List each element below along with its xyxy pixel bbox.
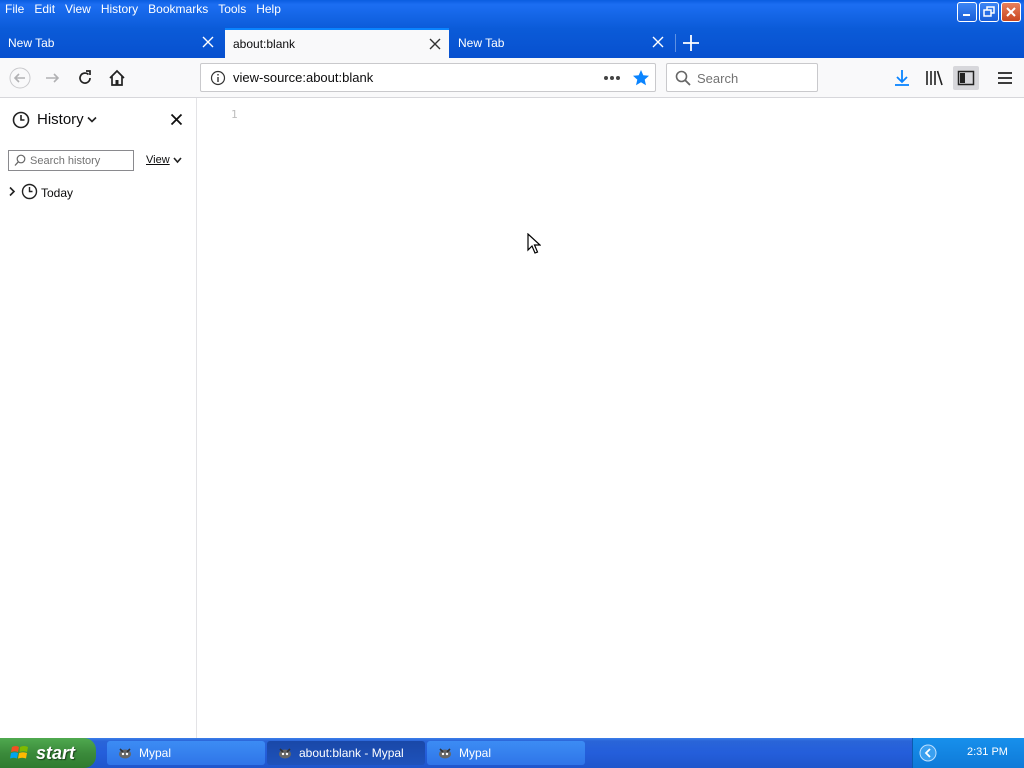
close-icon[interactable] [429, 38, 441, 50]
home-button[interactable] [105, 66, 129, 90]
line-number: 1 [231, 108, 238, 121]
download-arrow-icon [895, 70, 909, 86]
menu-history[interactable]: History [96, 0, 143, 18]
tab-label: about:blank [233, 37, 296, 51]
menu-edit[interactable]: Edit [29, 0, 60, 18]
search-history-input[interactable]: Search history [8, 150, 134, 171]
bookmark-star-icon[interactable] [632, 69, 650, 87]
tab-new-tab-2[interactable]: New Tab [450, 28, 672, 58]
tab-about-blank[interactable]: about:blank [225, 28, 449, 58]
tab-new-tab-1[interactable]: New Tab [0, 28, 222, 58]
title-bar: File Edit View History Bookmarks Tools H… [0, 0, 1024, 58]
mypal-app-icon [279, 748, 291, 759]
taskbar-button-about-blank[interactable]: about:blank - Mypal [267, 741, 425, 765]
clock-icon [21, 183, 38, 200]
tab-strip: New Tab about:blank New Tab [0, 28, 1024, 58]
menu-button[interactable] [993, 66, 1017, 90]
navigation-toolbar: view-source:about:blank Search [0, 58, 1024, 98]
back-arrow-icon [9, 67, 31, 89]
start-button[interactable]: start [0, 738, 96, 768]
page-actions-icon[interactable] [603, 75, 621, 81]
mypal-app-icon [439, 748, 451, 759]
history-item-today[interactable]: Today [6, 183, 186, 201]
chevron-down-icon [173, 157, 182, 163]
forward-arrow-icon [46, 73, 60, 83]
search-bar[interactable]: Search [666, 63, 818, 92]
forward-button[interactable] [41, 66, 65, 90]
menu-help[interactable]: Help [251, 0, 286, 18]
show-hidden-icons-icon[interactable] [919, 744, 937, 762]
search-placeholder: Search [697, 71, 739, 86]
search-history-placeholder: Search history [30, 155, 101, 167]
sidebar-toggle-button[interactable] [953, 66, 979, 90]
info-icon[interactable] [210, 70, 226, 86]
taskbar: start Mypal about:blank - Mypal Mypal 2:… [0, 738, 1024, 768]
search-icon [675, 70, 691, 86]
page-content[interactable]: 1 [197, 98, 1024, 738]
minimize-icon [963, 14, 970, 16]
reload-icon [79, 70, 91, 84]
menu-bookmarks[interactable]: Bookmarks [143, 0, 213, 18]
view-button[interactable]: View [146, 154, 182, 166]
minimize-button[interactable] [957, 2, 977, 22]
url-bar[interactable]: view-source:about:blank [200, 63, 656, 92]
chevron-right-icon[interactable] [8, 186, 16, 197]
library-icon [926, 70, 943, 86]
system-tray: 2:31 PM [912, 738, 1024, 768]
sidebar-title[interactable]: History [37, 111, 84, 128]
mypal-app-icon [119, 748, 131, 759]
taskbar-button-label: about:blank - Mypal [299, 746, 404, 760]
taskbar-button-label: Mypal [459, 746, 492, 760]
chevron-down-icon[interactable] [87, 116, 97, 124]
close-window-button[interactable] [1001, 2, 1021, 22]
tab-separator [675, 34, 676, 52]
close-icon [1006, 7, 1016, 17]
tab-label: New Tab [458, 36, 505, 50]
reload-button[interactable] [73, 66, 97, 90]
menu-file[interactable]: File [0, 0, 29, 18]
taskbar-button-mypal-2[interactable]: Mypal [427, 741, 585, 765]
clock-icon [12, 111, 30, 129]
back-button[interactable] [8, 66, 32, 90]
home-icon [109, 69, 125, 86]
sidebar-icon [957, 70, 975, 86]
history-sidebar: History Search history View Today [0, 98, 197, 738]
taskbar-button-label: Mypal [139, 746, 172, 760]
url-text[interactable]: view-source:about:blank [233, 70, 373, 85]
new-tab-icon[interactable] [680, 32, 702, 54]
close-icon[interactable] [170, 113, 183, 126]
clock[interactable]: 2:31 PM [967, 746, 1008, 758]
hamburger-menu-icon [998, 72, 1012, 84]
taskbar-button-mypal-1[interactable]: Mypal [107, 741, 265, 765]
window-controls [957, 2, 1021, 22]
tab-label: New Tab [8, 36, 55, 50]
history-item-label: Today [41, 186, 74, 200]
library-button[interactable] [922, 66, 946, 90]
search-icon [14, 154, 26, 166]
downloads-button[interactable] [890, 66, 914, 90]
menu-view[interactable]: View [60, 0, 96, 18]
start-label: start [36, 742, 76, 763]
view-label: View [146, 154, 170, 166]
restore-button[interactable] [979, 2, 999, 22]
windows-logo-icon [10, 746, 28, 759]
menu-tools[interactable]: Tools [213, 0, 251, 18]
menu-bar: File Edit View History Bookmarks Tools H… [0, 0, 286, 18]
mouse-cursor-icon [527, 233, 541, 254]
close-icon[interactable] [202, 36, 214, 48]
close-icon[interactable] [652, 36, 664, 48]
restore-icon [983, 6, 995, 17]
